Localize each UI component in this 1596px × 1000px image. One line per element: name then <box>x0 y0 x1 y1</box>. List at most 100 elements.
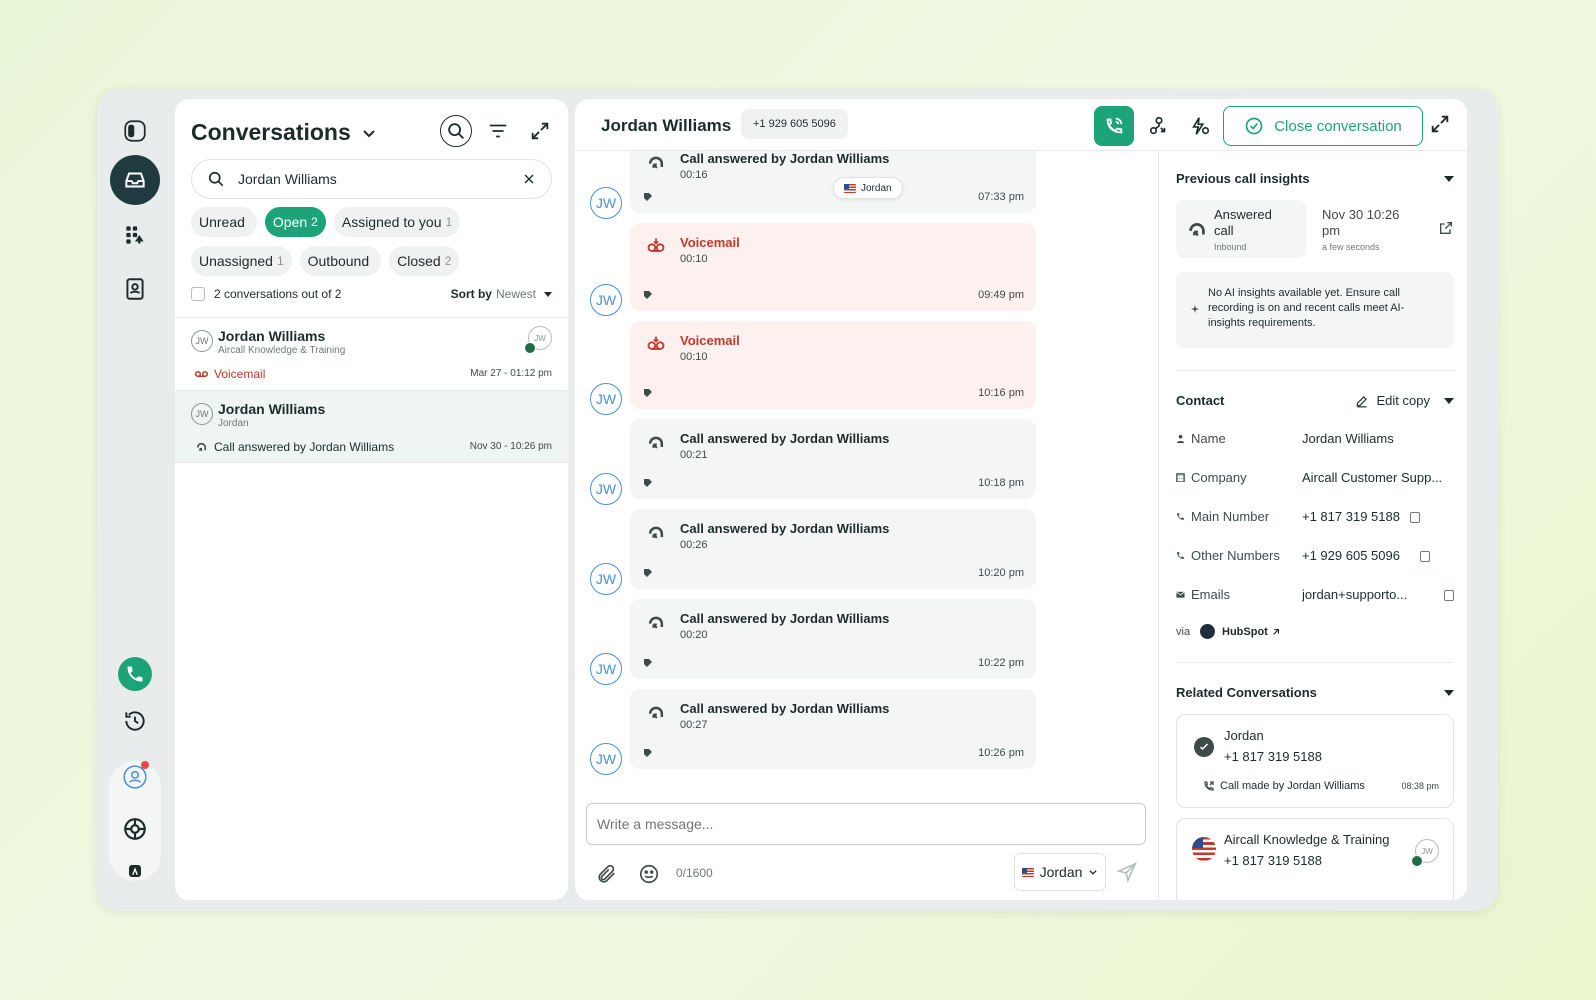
app-window: Conversations Unread Open2 Assigned to y… <box>97 89 1498 911</box>
sidebar-toggle-icon[interactable] <box>113 109 157 153</box>
event-title: Call answered by Jordan Williams <box>680 521 890 536</box>
filter-unread[interactable]: Unread <box>191 207 257 237</box>
message-timeline[interactable]: Call answered by Jordan Williams 00:16 0… <box>575 151 1157 787</box>
chip-label: Closed <box>397 253 441 269</box>
caret-down-icon[interactable] <box>1444 397 1454 404</box>
call-event[interactable]: Call answered by Jordan Williams 00:27 1… <box>630 689 1036 769</box>
search-icon[interactable] <box>440 115 472 147</box>
user-icon[interactable] <box>113 755 157 799</box>
avatar: JW <box>191 403 213 425</box>
tag-icon[interactable] <box>643 658 653 668</box>
send-icon[interactable] <box>1116 861 1138 883</box>
phone-icon[interactable] <box>118 657 152 691</box>
person-icon <box>1176 434 1185 443</box>
insights-header[interactable]: Previous call insights <box>1176 171 1454 186</box>
call-event[interactable]: Call answered by Jordan Williams 00:26 1… <box>630 509 1036 589</box>
ai-insights-note: No AI insights available yet. Ensure cal… <box>1176 272 1454 348</box>
field-value[interactable]: +1 929 605 5096 <box>1302 548 1400 563</box>
tag-icon[interactable] <box>643 192 653 202</box>
call-direction: Inbound <box>1214 242 1247 252</box>
copy-icon[interactable] <box>1444 590 1454 601</box>
related-conversation[interactable]: Aircall Knowledge & Training +1 817 319 … <box>1176 818 1454 900</box>
tag-icon[interactable] <box>643 290 653 300</box>
event-time: 10:16 pm <box>978 387 1024 399</box>
attachment-icon[interactable] <box>596 863 618 885</box>
conversation-sub: Jordan <box>218 418 249 429</box>
field-value[interactable]: jordan+supporto... <box>1302 587 1407 602</box>
filter-icon[interactable] <box>482 115 514 147</box>
chip-count: 1 <box>445 215 453 229</box>
emoji-icon[interactable] <box>638 863 660 885</box>
filter-open[interactable]: Open 2 <box>264 207 326 237</box>
shortcuts-icon[interactable] <box>1183 109 1217 143</box>
call-button[interactable] <box>1094 106 1134 146</box>
history-icon[interactable] <box>113 699 157 743</box>
clear-icon[interactable] <box>521 171 537 187</box>
search-input[interactable] <box>238 171 509 187</box>
event-title: Voicemail <box>680 333 740 348</box>
dialpad-icon[interactable] <box>113 213 157 257</box>
inbox-icon[interactable] <box>110 155 160 205</box>
message-input[interactable] <box>587 804 1145 844</box>
hubspot-link[interactable]: HubSpot <box>1222 626 1280 638</box>
call-date: Nov 30 10:26 pm <box>1322 207 1400 238</box>
copy-icon[interactable] <box>1420 551 1430 562</box>
filter-assigned[interactable]: Assigned to you 1 <box>333 207 461 237</box>
tag-icon[interactable] <box>643 388 653 398</box>
app-icon[interactable] <box>113 849 157 893</box>
transfer-icon[interactable] <box>1142 109 1176 143</box>
call-event[interactable]: Call answered by Jordan Williams 00:20 1… <box>630 599 1036 679</box>
conversations-title[interactable]: Conversations <box>191 119 377 146</box>
sort-dropdown[interactable]: Sort by Newest <box>451 287 552 301</box>
via-source: HubSpot <box>1222 626 1268 638</box>
voicemail-event[interactable]: Voicemail 00:10 10:16 pm <box>630 321 1036 409</box>
phone-icon <box>1177 552 1184 559</box>
expand-icon[interactable] <box>1429 113 1451 135</box>
tag-icon[interactable] <box>643 478 653 488</box>
contact-header: Contact Edit copy <box>1176 393 1454 408</box>
related-time: 08:38 pm <box>1401 781 1439 791</box>
external-link-icon[interactable] <box>1438 220 1454 236</box>
copy-icon[interactable] <box>1410 512 1420 523</box>
avatar: JW <box>590 743 622 775</box>
details-sidebar: Previous call insights Answered call Inb… <box>1158 151 1467 900</box>
chip-count: 2 <box>444 254 452 268</box>
filter-closed[interactable]: Closed 2 <box>389 246 460 276</box>
select-all-checkbox[interactable] <box>191 287 205 301</box>
field-label-text: Main Number <box>1191 509 1270 524</box>
conversation-item[interactable]: JW Jordan Williams Aircall Knowledge & T… <box>175 317 568 390</box>
contact-name[interactable]: Jordan Williams <box>601 116 731 136</box>
event-time: 10:20 pm <box>978 567 1024 579</box>
related-conversation[interactable]: Jordan +1 817 319 5188 Call made by Jord… <box>1176 714 1454 808</box>
contacts-icon[interactable] <box>113 267 157 311</box>
field-value[interactable]: +1 817 319 5188 <box>1302 509 1400 524</box>
event-title: Call answered by Jordan Williams <box>680 611 890 626</box>
tag-icon[interactable] <box>643 748 653 758</box>
field-value[interactable]: Aircall Customer Supp... <box>1302 470 1442 485</box>
expand-icon[interactable] <box>524 115 556 147</box>
chip-count: 1 <box>276 254 284 268</box>
line-select-label: Jordan <box>1039 864 1083 880</box>
line-select[interactable]: Jordan <box>1014 853 1106 891</box>
call-answered-icon <box>648 526 664 539</box>
call-event[interactable]: Call answered by Jordan Williams 00:16 0… <box>630 151 1036 213</box>
event-time: 10:26 pm <box>978 747 1024 759</box>
chevron-down-icon <box>363 129 375 137</box>
related-header[interactable]: Related Conversations <box>1176 685 1454 700</box>
call-event[interactable]: Call answered by Jordan Williams 00:21 1… <box>630 419 1036 499</box>
event-time: 10:18 pm <box>978 477 1024 489</box>
help-icon[interactable] <box>113 807 157 851</box>
conversation-name: Jordan Williams <box>218 328 326 344</box>
phone-number-pill[interactable]: +1 929 605 5096 <box>741 109 848 139</box>
close-conversation-button[interactable]: Close conversation <box>1223 106 1423 146</box>
previous-call-card[interactable]: Answered call Inbound Nov 30 10:26 pm a … <box>1176 200 1454 258</box>
filter-unassigned[interactable]: Unassigned 1 <box>191 246 292 276</box>
field-value[interactable]: Jordan Williams <box>1302 431 1394 446</box>
edit-contact-button[interactable]: Edit copy <box>1355 393 1430 408</box>
voicemail-event[interactable]: Voicemail 00:10 09:49 pm <box>630 223 1036 311</box>
via-label: via <box>1176 626 1191 638</box>
filter-outbound[interactable]: Outbound <box>299 246 382 276</box>
conversations-toolbar <box>440 115 556 147</box>
conversation-item[interactable]: JW Jordan Williams Jordan Call answered … <box>175 390 568 463</box>
tag-icon[interactable] <box>643 568 653 578</box>
